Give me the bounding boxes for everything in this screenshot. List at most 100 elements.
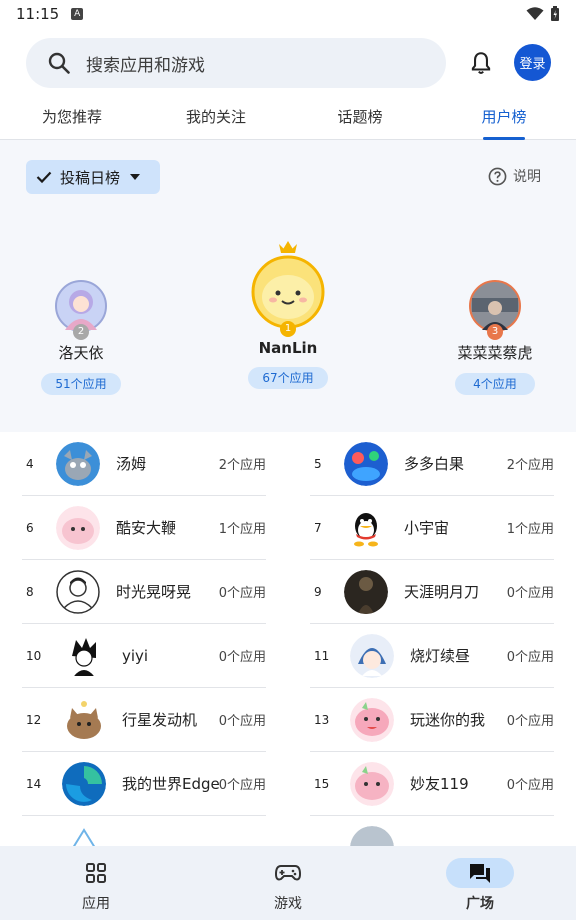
row-rank: 7: [314, 520, 322, 535]
row-name: 妙友119: [410, 775, 469, 793]
row-name: 天涯明月刀: [404, 583, 480, 601]
row-name: 我的世界Edge: [122, 775, 219, 793]
avatar: [344, 441, 388, 486]
bell-icon[interactable]: [468, 50, 494, 80]
help-label: 说明: [513, 169, 541, 185]
app-count-chip: 67个应用: [248, 367, 328, 389]
list-item[interactable]: 15 妙友119 0个应用: [310, 752, 554, 816]
battery-icon: [551, 6, 559, 21]
podium-rank-1[interactable]: 1 NanLin 67个应用: [242, 240, 334, 389]
row-count: 0个应用: [218, 586, 266, 601]
search-bar[interactable]: 搜索应用和游戏: [26, 38, 446, 88]
nav-plaza[interactable]: 广场: [384, 846, 576, 920]
tab-bar: 为您推荐 我的关注 话题榜 用户榜: [0, 100, 576, 140]
row-name: 酷安大鞭: [116, 519, 177, 537]
list-item[interactable]: 11 烧灯续昼 0个应用: [310, 624, 554, 688]
row-count: 0个应用: [218, 650, 266, 665]
podium-rank-3[interactable]: 3 菜菜菜蔡虎 4个应用: [450, 280, 540, 395]
avatar: [350, 697, 394, 742]
avatar: [350, 826, 394, 846]
nav-label: 广场: [466, 896, 494, 912]
row-count: 2个应用: [218, 458, 266, 473]
row-rank: 5: [314, 456, 322, 471]
crown-icon: [279, 241, 297, 253]
row-count: 0个应用: [506, 714, 554, 729]
status-time: 11:15: [16, 5, 60, 23]
avatar: [350, 761, 394, 806]
row-rank: 4: [26, 456, 34, 471]
help-button[interactable]: 说明: [488, 166, 541, 186]
grid-icon: [62, 858, 130, 888]
row-name: 多多白果: [404, 455, 465, 473]
row-rank: 6: [26, 520, 34, 535]
list-item[interactable]: 6 酷安大鞭 1个应用: [22, 496, 266, 560]
list-item-partial[interactable]: [310, 816, 554, 846]
row-rank: 12: [26, 712, 42, 727]
login-button[interactable]: 登录: [514, 44, 551, 81]
row-count: 0个应用: [506, 586, 554, 601]
avatar: 3: [469, 280, 521, 340]
nav-label: 游戏: [274, 896, 302, 912]
row-rank: 11: [314, 648, 330, 663]
row-count: 0个应用: [218, 714, 266, 729]
row-name: 时光晃呀晃: [116, 583, 192, 601]
row-count: 1个应用: [218, 522, 266, 537]
row-name: 小宇宙: [404, 519, 450, 537]
nav-apps[interactable]: 应用: [0, 846, 192, 920]
tab-recommend[interactable]: 为您推荐: [0, 100, 144, 139]
tab-following[interactable]: 我的关注: [144, 100, 288, 139]
list-item[interactable]: 13 玩迷你的我 0个应用: [310, 688, 554, 752]
chat-icon: [446, 858, 514, 888]
ranking-filter-dropdown[interactable]: 投稿日榜: [26, 160, 160, 194]
row-rank: 10: [26, 648, 42, 663]
gamepad-icon: [254, 858, 322, 888]
bottom-navigation: 应用 游戏 广场: [0, 846, 576, 920]
caret-down-icon: [130, 174, 141, 180]
list-item[interactable]: 5 多多白果 2个应用: [310, 432, 554, 496]
podium-name: NanLin: [258, 339, 318, 357]
avatar: [344, 505, 388, 550]
row-rank: 9: [314, 584, 322, 599]
row-count: 1个应用: [506, 522, 554, 537]
notification-a-icon: A: [71, 8, 84, 20]
check-icon: [36, 171, 52, 184]
list-item[interactable]: 8 时光晃呀晃 0个应用: [22, 560, 266, 624]
avatar: 1: [251, 255, 325, 337]
podium-name: 菜菜菜蔡虎: [457, 344, 533, 362]
nav-games[interactable]: 游戏: [192, 846, 384, 920]
top-header: 搜索应用和游戏 登录 为您推荐 我的关注 话题榜 用户榜: [0, 28, 576, 140]
tab-topics[interactable]: 话题榜: [288, 100, 432, 139]
rank-badge: 2: [73, 324, 89, 340]
app-count-chip: 4个应用: [455, 373, 535, 395]
list-item[interactable]: 9 天涯明月刀 0个应用: [310, 560, 554, 624]
list-item[interactable]: 7 小宇宙 1个应用: [310, 496, 554, 560]
avatar: [62, 697, 106, 742]
row-name: 玩迷你的我: [410, 711, 486, 729]
rank-badge: 1: [280, 321, 296, 337]
row-count: 0个应用: [506, 778, 554, 793]
podium-rank-2[interactable]: 2 洛天依 51个应用: [36, 280, 126, 395]
list-item[interactable]: 12 行星发动机 0个应用: [22, 688, 266, 752]
row-rank: 14: [26, 776, 42, 791]
tab-user-ranking[interactable]: 用户榜: [432, 100, 576, 140]
list-item[interactable]: 14 我的世界Edge 0个应用: [22, 752, 266, 816]
row-count: 2个应用: [506, 458, 554, 473]
row-name: 烧灯续昼: [410, 647, 471, 665]
nav-label: 应用: [82, 896, 110, 912]
row-count: 0个应用: [506, 650, 554, 665]
list-item-partial[interactable]: [22, 816, 266, 846]
row-name: yiyi: [122, 646, 149, 665]
status-icons: [526, 6, 560, 22]
row-count: 0个应用: [218, 778, 266, 793]
row-rank: 15: [314, 776, 330, 791]
list-item[interactable]: 10 yiyi 0个应用: [22, 624, 266, 688]
avatar: [62, 633, 106, 678]
status-bar: 11:15 A: [0, 0, 576, 28]
row-name: 行星发动机: [122, 711, 198, 729]
row-rank: 13: [314, 712, 330, 727]
wifi-icon: [526, 7, 544, 20]
avatar: [62, 826, 106, 846]
list-item[interactable]: 4 汤姆 2个应用: [22, 432, 266, 496]
app-count-chip: 51个应用: [41, 373, 121, 395]
avatar: [56, 569, 100, 614]
